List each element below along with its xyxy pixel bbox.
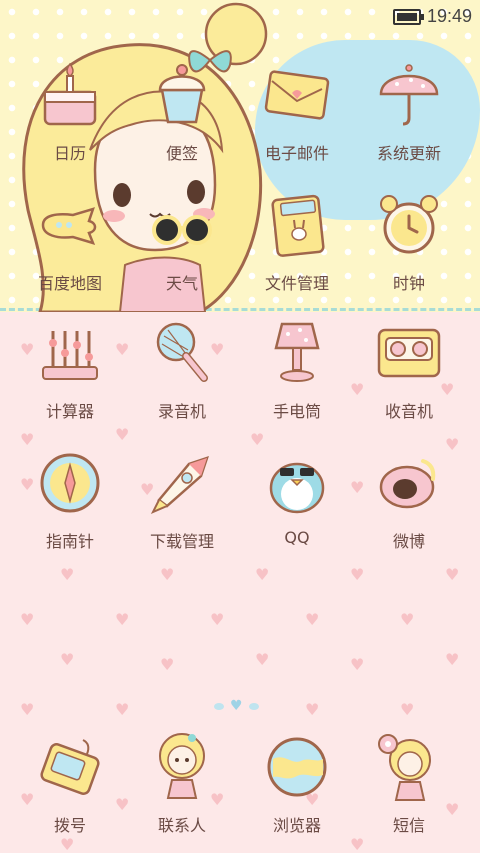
lamp-icon [262, 318, 332, 388]
app-radio[interactable]: 收音机 [353, 318, 465, 428]
app-label: 日历 [53, 144, 86, 163]
dock-contacts[interactable]: 联系人 [126, 732, 238, 842]
app-calendar[interactable]: 日历 [14, 60, 126, 170]
umbrella-icon [374, 60, 444, 130]
app-download-manager[interactable]: 下载管理 [126, 448, 238, 558]
app-label: 拨号 [53, 816, 86, 835]
file-book-icon [262, 190, 332, 260]
app-flashlight[interactable]: 手电筒 [241, 318, 353, 428]
dock-phone[interactable]: 拨号 [14, 732, 126, 842]
app-compass[interactable]: 指南针 [14, 448, 126, 558]
weibo-icon [374, 448, 444, 518]
app-file-manager[interactable]: 文件管理 [241, 190, 353, 300]
app-weather[interactable]: 天气 [126, 190, 238, 300]
page-dot-active-heart-icon[interactable]: ♥ [230, 698, 243, 714]
app-label: 百度地图 [37, 274, 102, 293]
app-qq[interactable]: QQ [241, 448, 353, 558]
messages-girl-icon [374, 732, 444, 802]
app-label: 微博 [392, 532, 425, 551]
app-label: QQ [284, 528, 310, 547]
page-dot[interactable] [248, 702, 259, 710]
dock-browser[interactable]: 浏览器 [241, 732, 353, 842]
page-dot[interactable] [214, 702, 224, 710]
app-recorder[interactable]: 录音机 [126, 318, 238, 428]
status-bar: 19:49 [392, 6, 472, 27]
app-label: 电子邮件 [264, 144, 329, 163]
app-label: 短信 [392, 816, 425, 835]
app-label: 下载管理 [149, 532, 214, 551]
app-label: 收音机 [384, 402, 433, 421]
app-label: 系统更新 [376, 144, 441, 163]
map-plane-icon [35, 190, 105, 260]
calendar-cake-icon [35, 60, 105, 130]
contacts-girl-icon [147, 732, 217, 802]
app-label: 录音机 [157, 402, 206, 421]
compass-icon [35, 448, 105, 518]
app-label: 文件管理 [264, 274, 329, 293]
battery-icon [392, 8, 424, 25]
app-label: 指南针 [45, 532, 94, 551]
microphone-icon [147, 318, 217, 388]
app-calculator[interactable]: 计算器 [14, 318, 126, 428]
app-baidu-map[interactable]: 百度地图 [14, 190, 126, 300]
cassette-icon [374, 318, 444, 388]
app-notes[interactable]: 便签 [126, 60, 238, 170]
dock-messages[interactable]: 短信 [353, 732, 465, 842]
rocket-icon [147, 448, 217, 518]
phone-icon [35, 732, 105, 802]
globe-icon [262, 732, 332, 802]
app-email[interactable]: 电子邮件 [241, 60, 353, 170]
app-label: 联系人 [157, 816, 206, 835]
alarm-clock-icon [374, 190, 444, 260]
abacus-icon [35, 318, 105, 388]
app-label: 天气 [165, 274, 198, 293]
app-clock[interactable]: 时钟 [353, 190, 465, 300]
status-time: 19:49 [426, 6, 472, 26]
app-label: 手电筒 [272, 402, 321, 421]
notes-cupcake-icon [147, 60, 217, 130]
weather-sunglasses-icon [147, 190, 217, 260]
penguin-icon [262, 448, 332, 518]
app-label: 浏览器 [272, 816, 321, 835]
page-indicator: ♥ [214, 698, 259, 714]
app-weibo[interactable]: 微博 [353, 448, 465, 558]
email-envelope-icon [262, 60, 332, 130]
app-label: 计算器 [45, 402, 94, 421]
app-system-update[interactable]: 系统更新 [353, 60, 465, 170]
app-label: 时钟 [392, 274, 425, 293]
app-label: 便签 [165, 144, 198, 163]
